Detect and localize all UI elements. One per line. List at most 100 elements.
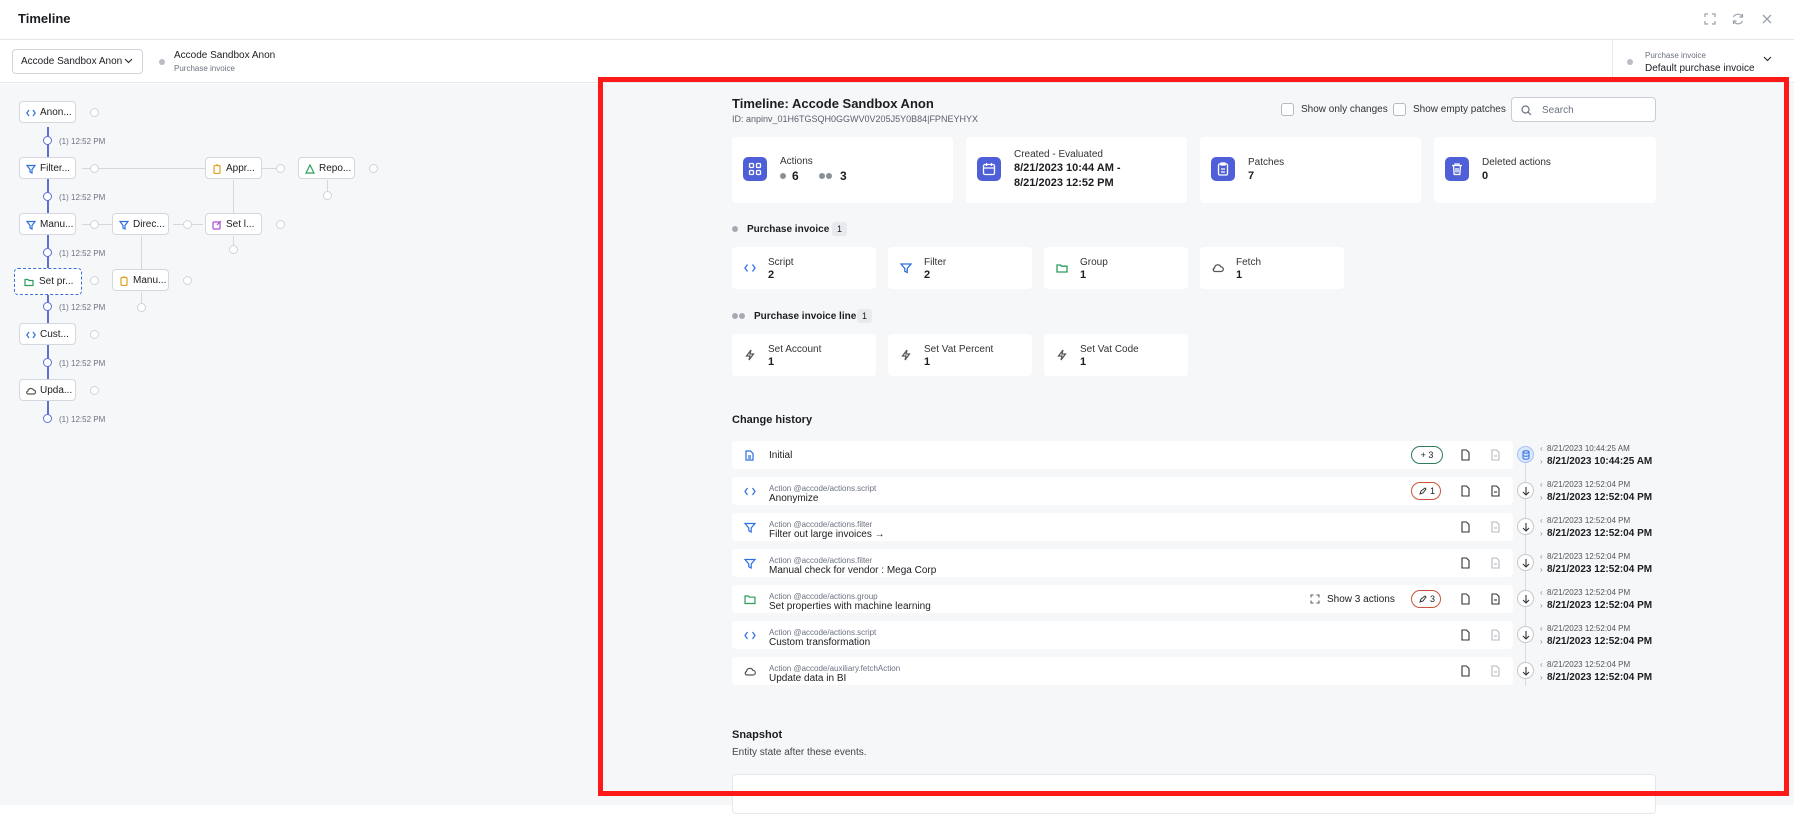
graph-port[interactable]: [90, 108, 99, 117]
timeline-point[interactable]: [43, 414, 52, 423]
status-dot: [159, 59, 165, 65]
file-icon[interactable]: [1460, 629, 1471, 641]
expand-icon[interactable]: [1703, 12, 1717, 26]
timeline-point[interactable]: [43, 136, 52, 145]
timeline-point[interactable]: [43, 248, 52, 257]
action-card-filter[interactable]: Filter 2: [888, 247, 1032, 289]
timeline-point[interactable]: [43, 358, 52, 367]
cloud-icon: [1212, 262, 1224, 274]
history-row[interactable]: Action @accode/actions.filter Manual che…: [732, 549, 1513, 577]
graph-port[interactable]: [369, 164, 378, 173]
search-placeholder: Search: [1542, 105, 1574, 116]
graph-port[interactable]: [137, 303, 146, 312]
graph-port[interactable]: [90, 386, 99, 395]
arrow-down-icon[interactable]: [1517, 518, 1534, 535]
file-diff-icon[interactable]: [1490, 521, 1501, 533]
snapshot-viewer[interactable]: [732, 774, 1656, 814]
file-icon[interactable]: [1460, 593, 1471, 605]
graph-port[interactable]: [183, 276, 192, 285]
graph-port[interactable]: [90, 220, 99, 229]
file-icon[interactable]: [1460, 449, 1471, 461]
action-card-fetch[interactable]: Fetch 1: [1200, 247, 1344, 289]
arrow-down-icon[interactable]: [1517, 482, 1534, 499]
timeline-point[interactable]: [43, 192, 52, 201]
history-row[interactable]: Action @accode/actions.script Anonymize …: [732, 477, 1513, 505]
file-diff-icon[interactable]: [1490, 593, 1501, 605]
search-icon: [1521, 105, 1532, 116]
graph-port[interactable]: [90, 164, 99, 173]
filter-icon: [119, 220, 129, 230]
action-card-set-account[interactable]: Set Account 1: [732, 334, 876, 376]
type-selector[interactable]: Purchase invoice Default purchase invoic…: [1612, 40, 1794, 83]
graph-node[interactable]: Manu...: [112, 269, 169, 291]
file-diff-icon[interactable]: [1490, 665, 1501, 677]
history-row[interactable]: Initial + 3: [732, 441, 1513, 469]
action-card-set-vat-percent[interactable]: Set Vat Percent 1: [888, 334, 1032, 376]
entity-selector[interactable]: Accode Sandbox Anon: [12, 49, 143, 74]
entity-id: ID: anpinv_01H6TGSQH0GGWV0V205J5Y0B84|FP…: [732, 114, 978, 124]
action-card-script[interactable]: Script 2: [732, 247, 876, 289]
edited-pill[interactable]: 1: [1411, 482, 1441, 500]
graph-node[interactable]: Anon...: [19, 101, 76, 123]
timeline-point[interactable]: [43, 302, 52, 311]
graph-port[interactable]: [323, 191, 332, 200]
graph-node[interactable]: Manu...: [19, 213, 76, 235]
search-input[interactable]: Search: [1511, 97, 1656, 122]
timeline-time: (1) 12:52 PM: [59, 137, 106, 146]
graph-port[interactable]: [183, 220, 192, 229]
history-row[interactable]: Action @accode/actions.group Set propert…: [732, 585, 1513, 613]
graph-port[interactable]: [90, 330, 99, 339]
graph-port[interactable]: [90, 276, 99, 285]
history-timestamp: 8/21/2023 12:52:04 PM: [1547, 480, 1631, 489]
close-icon[interactable]: [1760, 12, 1774, 26]
file-diff-icon[interactable]: [1490, 449, 1501, 461]
history-row[interactable]: Action @accode/actions.filter Filter out…: [732, 513, 1513, 541]
file-icon[interactable]: [1460, 665, 1471, 677]
chevron-right-icon: ›: [1540, 457, 1543, 466]
file-icon[interactable]: [1460, 485, 1471, 497]
refresh-icon[interactable]: [1731, 12, 1745, 26]
stat-value: 8/21/2023 12:52 PM: [1014, 177, 1114, 189]
history-row[interactable]: Action @accode/actions.script Custom tra…: [732, 621, 1513, 649]
added-pill[interactable]: + 3: [1411, 446, 1443, 464]
show-only-changes-label: Show only changes: [1301, 104, 1388, 115]
status-dot: [780, 173, 786, 179]
graph-node[interactable]: Set l...: [205, 213, 262, 235]
edited-pill[interactable]: 3: [1411, 590, 1441, 608]
history-timestamp: 8/21/2023 10:44:25 AM: [1547, 444, 1630, 453]
file-icon[interactable]: [1460, 557, 1471, 569]
filter-icon: [26, 164, 36, 174]
warning-icon: [305, 164, 315, 174]
graph-node[interactable]: Direc...: [112, 213, 169, 235]
graph-node[interactable]: Cust...: [19, 323, 76, 345]
bolt-icon: [1056, 349, 1068, 361]
action-card-set-vat-code[interactable]: Set Vat Code 1: [1044, 334, 1188, 376]
graph-node[interactable]: Repo...: [298, 157, 355, 179]
show-empty-patches-checkbox[interactable]: [1393, 103, 1406, 116]
history-row[interactable]: Action @accode/auxiliary.fetchAction Upd…: [732, 657, 1513, 685]
history-timestamp: 8/21/2023 12:52:04 PM: [1547, 588, 1631, 597]
file-diff-icon[interactable]: [1490, 485, 1501, 497]
folder-icon: [744, 594, 756, 605]
stat-patches: Patches 7: [1200, 137, 1421, 203]
show-only-changes-checkbox[interactable]: [1281, 103, 1294, 116]
graph-node[interactable]: Upda...: [19, 379, 76, 401]
file-diff-icon[interactable]: [1490, 629, 1501, 641]
arrow-down-icon[interactable]: [1517, 626, 1534, 643]
arrow-down-icon[interactable]: [1517, 554, 1534, 571]
show-actions-button[interactable]: Show 3 actions: [1327, 594, 1395, 605]
graph-node[interactable]: Filter...: [19, 157, 76, 179]
history-timestamp: 8/21/2023 12:52:04 PM: [1547, 660, 1631, 669]
graph-node[interactable]: Appr...: [205, 157, 262, 179]
graph-port[interactable]: [229, 245, 238, 254]
graph-port[interactable]: [276, 164, 285, 173]
file-icon[interactable]: [1460, 521, 1471, 533]
arrow-down-icon[interactable]: [1517, 662, 1534, 679]
graph-node-selected[interactable]: Set pr...: [14, 268, 82, 295]
section-title: Purchase invoice line: [754, 311, 857, 322]
database-icon[interactable]: [1517, 446, 1534, 463]
file-diff-icon[interactable]: [1490, 557, 1501, 569]
arrow-down-icon[interactable]: [1517, 590, 1534, 607]
action-card-group[interactable]: Group 1: [1044, 247, 1188, 289]
graph-port[interactable]: [276, 220, 285, 229]
